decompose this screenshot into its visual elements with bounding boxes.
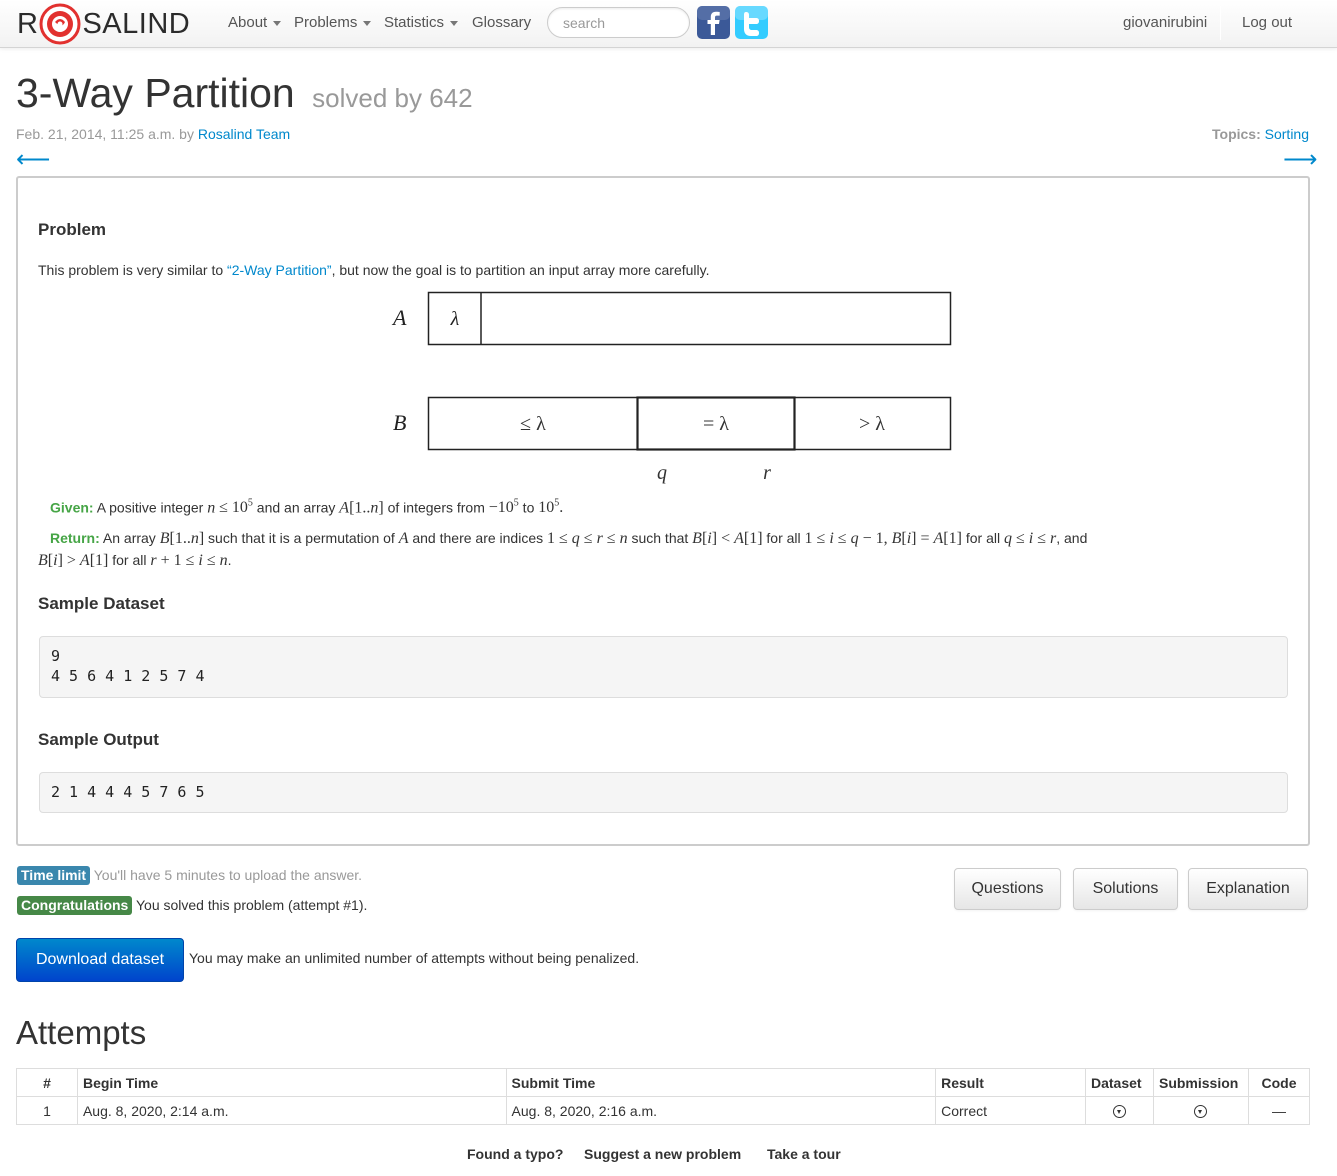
brand-name: SALIND bbox=[82, 7, 191, 40]
attempts-heading: Attempts bbox=[16, 1014, 147, 1051]
index-q: q bbox=[657, 462, 667, 484]
gt-lambda-cell: > λ bbox=[859, 413, 885, 435]
time-limit-text: You'll have 5 minutes to upload the answ… bbox=[93, 867, 363, 883]
attempt-dataset-cell bbox=[1085, 1096, 1154, 1125]
attempt-submit-time: Aug. 8, 2020, 2:16 a.m. bbox=[505, 1096, 937, 1125]
solutions-button[interactable]: Solutions bbox=[1073, 868, 1178, 910]
page-title: 3-Way Partition solved by 642 bbox=[16, 70, 473, 116]
take-tour-link[interactable]: Take a tour bbox=[767, 1146, 841, 1162]
rosalind-rose-icon bbox=[39, 3, 81, 45]
partition-diagram: A λ B ≤ λ = λ > λ q r bbox=[391, 291, 952, 484]
attempts-table: # Begin Time Submit Time Result Dataset … bbox=[16, 1068, 1311, 1125]
diagram-label-a: A bbox=[391, 305, 407, 330]
solved-by-count: solved by 642 bbox=[312, 83, 473, 113]
search-input[interactable] bbox=[547, 7, 690, 38]
navbar: R SALIND About Problems Statistics Gloss… bbox=[0, 0, 1337, 48]
caret-down-icon bbox=[450, 20, 459, 26]
col-dataset: Dataset bbox=[1085, 1068, 1154, 1097]
nav-statistics[interactable]: Statistics bbox=[384, 0, 459, 46]
time-limit-row: Time limit You'll have 5 minutes to uplo… bbox=[17, 866, 362, 885]
return-statement-cont: B[i] > A[1] for all r + 1 ≤ i ≤ n. bbox=[38, 552, 232, 569]
sample-dataset-heading: Sample Dataset bbox=[38, 594, 165, 613]
download-submission-icon[interactable] bbox=[1194, 1105, 1208, 1119]
download-dataset-icon[interactable] bbox=[1112, 1105, 1126, 1119]
problem-meta: Feb. 21, 2014, 11:25 a.m. by Rosalind Te… bbox=[16, 126, 291, 142]
topic-link-sorting[interactable]: Sorting bbox=[1265, 126, 1309, 142]
topics: Topics: Sorting bbox=[1212, 126, 1309, 142]
explanation-button[interactable]: Explanation bbox=[1188, 868, 1308, 910]
problem-intro: This problem is very similar to “2-Way P… bbox=[38, 262, 710, 278]
nav-logout[interactable]: Log out bbox=[1242, 0, 1292, 46]
two-way-partition-link[interactable]: “2-Way Partition” bbox=[227, 262, 332, 278]
congratulations-badge: Congratulations bbox=[17, 896, 133, 915]
suggest-problem-link[interactable]: Suggest a new problem bbox=[584, 1146, 741, 1162]
attempt-begin-time: Aug. 8, 2020, 2:14 a.m. bbox=[76, 1096, 507, 1125]
le-lambda-cell: ≤ λ bbox=[520, 413, 546, 435]
congrats-text: You solved this problem (attempt #1). bbox=[135, 897, 368, 913]
congrats-row: Congratulations You solved this problem … bbox=[17, 896, 367, 915]
facebook-icon[interactable] bbox=[697, 6, 730, 39]
col-result: Result bbox=[935, 1068, 1086, 1097]
download-dataset-button[interactable]: Download dataset bbox=[16, 938, 184, 982]
index-r: r bbox=[763, 462, 771, 484]
table-header-row: # Begin Time Submit Time Result Dataset … bbox=[16, 1068, 1311, 1097]
given-statement: Given: A positive integer n ≤ 105 and an… bbox=[50, 498, 564, 517]
prev-problem-arrow-icon[interactable]: ⟵ bbox=[16, 145, 50, 174]
author-link[interactable]: Rosalind Team bbox=[198, 126, 290, 142]
eq-lambda-cell: = λ bbox=[703, 413, 729, 435]
nav-username[interactable]: giovanirubini bbox=[1123, 0, 1207, 46]
attempt-submission-cell bbox=[1152, 1096, 1249, 1125]
attempt-number: 1 bbox=[16, 1096, 78, 1125]
col-number: # bbox=[16, 1068, 78, 1097]
col-submit-time: Submit Time bbox=[505, 1068, 937, 1097]
diagram-label-b: B bbox=[393, 410, 406, 435]
nav-glossary[interactable]: Glossary bbox=[472, 0, 531, 46]
rosalind-logo[interactable]: R SALIND bbox=[17, 3, 191, 45]
sample-output-block: 2 1 4 4 4 5 7 6 5 bbox=[39, 772, 1288, 813]
questions-button[interactable]: Questions bbox=[954, 868, 1061, 910]
unlimited-attempts-text: You may make an unlimited number of atte… bbox=[189, 950, 640, 966]
nav-problems[interactable]: Problems bbox=[294, 0, 372, 46]
attempt-code: — bbox=[1247, 1096, 1311, 1125]
next-problem-arrow-icon[interactable]: ⟶ bbox=[1283, 145, 1317, 174]
array-a-box bbox=[427, 291, 952, 346]
brand-letter: R bbox=[17, 7, 39, 40]
col-code: Code bbox=[1247, 1068, 1311, 1097]
nav-about[interactable]: About bbox=[228, 0, 282, 46]
twitter-icon[interactable] bbox=[735, 6, 768, 39]
time-limit-badge: Time limit bbox=[17, 866, 91, 885]
return-statement: Return: An array B[1..n] such that it is… bbox=[50, 530, 1088, 547]
lambda-cell: λ bbox=[450, 308, 460, 330]
caret-down-icon bbox=[363, 20, 372, 26]
col-submission: Submission bbox=[1152, 1068, 1249, 1097]
nav-divider bbox=[1220, 6, 1221, 40]
problem-heading: Problem bbox=[38, 220, 107, 239]
found-typo-link[interactable]: Found a typo? bbox=[467, 1146, 563, 1162]
col-begin-time: Begin Time bbox=[76, 1068, 507, 1097]
attempt-result: Correct bbox=[935, 1096, 1086, 1125]
caret-down-icon bbox=[273, 20, 282, 26]
sample-dataset-block: 9 4 5 6 4 1 2 5 7 4 bbox=[39, 636, 1288, 698]
table-row: 1 Aug. 8, 2020, 2:14 a.m. Aug. 8, 2020, … bbox=[16, 1096, 1311, 1125]
problem-box: Problem This problem is very similar to … bbox=[16, 176, 1310, 846]
sample-output-heading: Sample Output bbox=[38, 730, 159, 749]
